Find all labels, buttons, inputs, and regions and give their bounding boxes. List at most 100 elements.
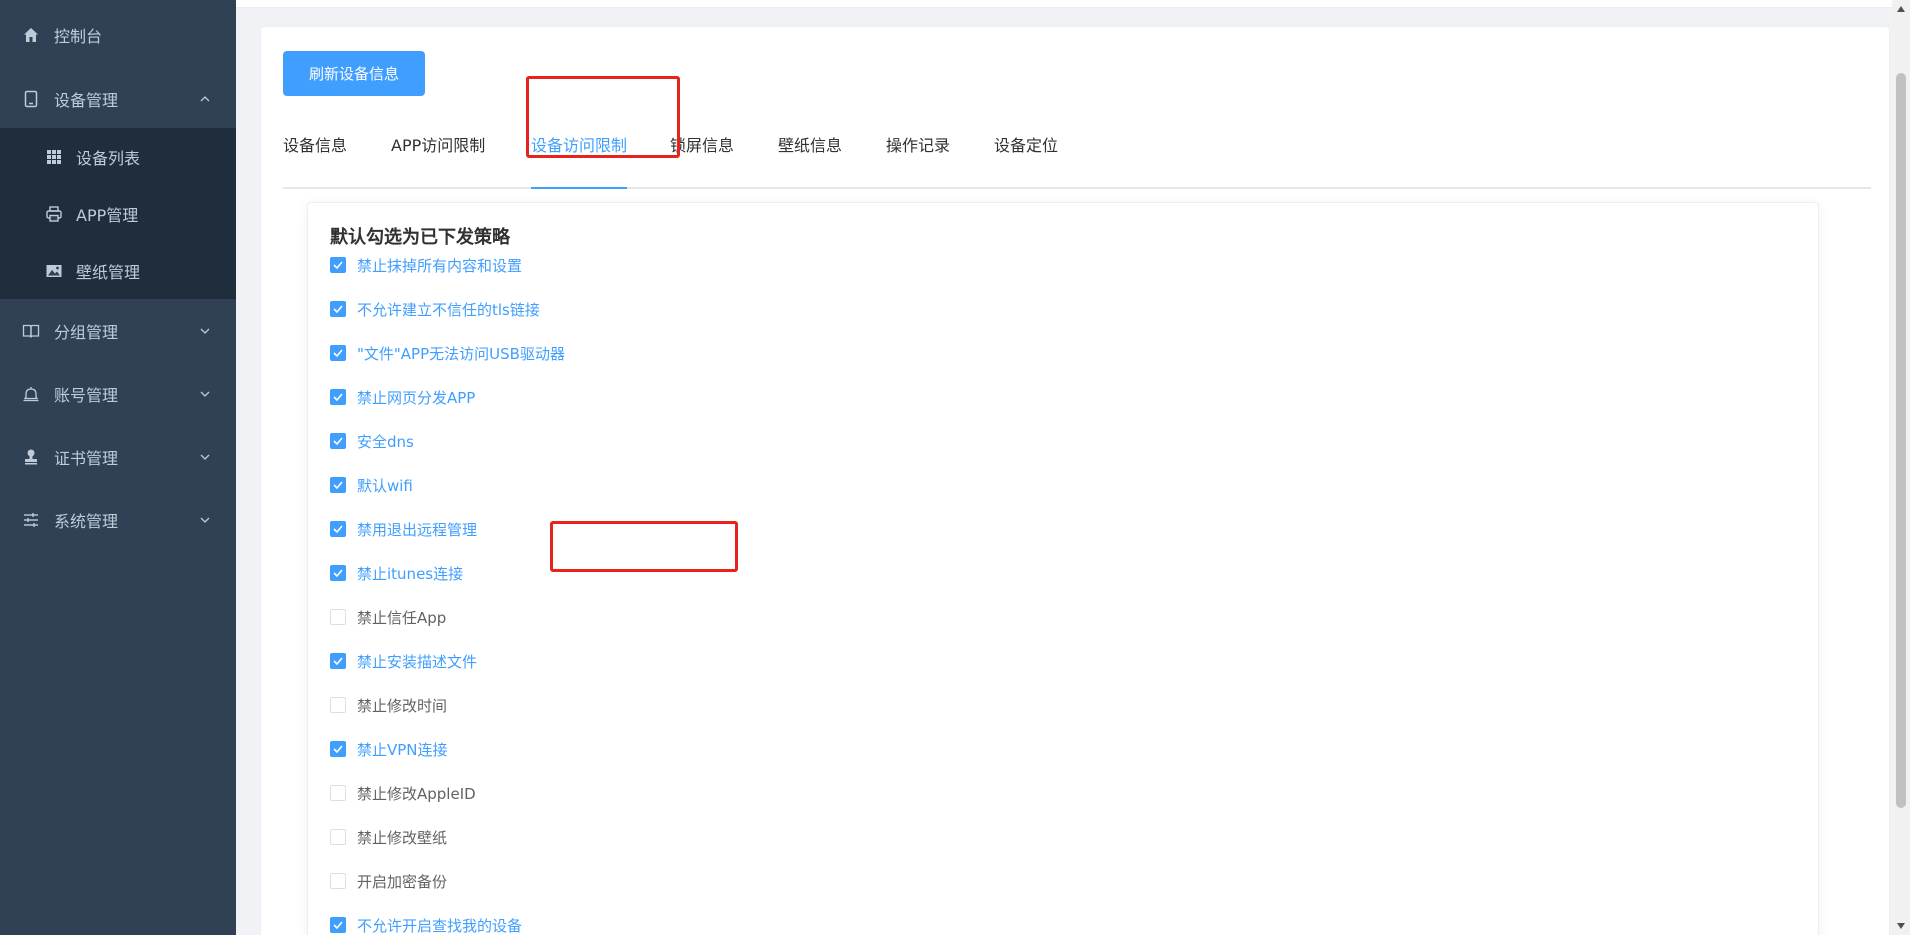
policy-option-checkbox[interactable]: 禁用退出远程管理 — [330, 514, 477, 544]
panel-title: 默认勾选为已下发策略 — [330, 227, 510, 248]
chevron-down-icon — [198, 513, 212, 527]
policy-option-label: 默认wifi — [357, 476, 413, 495]
sidebar-item-device-management[interactable]: 设备管理 — [0, 70, 236, 128]
tab-device-location[interactable]: 设备定位 — [994, 125, 1058, 187]
sidebar-item-label: 设备管理 — [54, 91, 119, 110]
refresh-device-info-button[interactable]: 刷新设备信息 — [283, 51, 425, 96]
picture-icon — [44, 261, 64, 281]
checkbox-checked-icon[interactable] — [330, 301, 346, 317]
policy-option-label: 安全dns — [357, 432, 414, 451]
sidebar-item-system-management[interactable]: 系统管理 — [0, 488, 236, 551]
sidebar-item-label: APP管理 — [76, 206, 139, 225]
main-content: 刷新设备信息 设备信息 APP访问限制 设备访问限制 锁屏信息 壁纸信息 操作记… — [236, 0, 1892, 935]
sidebar-item-label: 控制台 — [54, 27, 103, 46]
policy-option-checkbox[interactable]: 禁止itunes连接 — [330, 558, 463, 588]
checkbox-unchecked-icon[interactable] — [330, 609, 346, 625]
sidebar-item-certificate-management[interactable]: 证书管理 — [0, 425, 236, 488]
policy-option-checkbox[interactable]: 不允许开启查找我的设备 — [330, 910, 522, 935]
checkbox-checked-icon[interactable] — [330, 521, 346, 537]
policy-option-label: 禁止修改时间 — [357, 696, 448, 715]
chevron-down-icon — [198, 450, 212, 464]
policy-option-label: "文件"APP无法访问USB驱动器 — [357, 344, 565, 363]
policy-option-label: 开启加密备份 — [357, 872, 448, 891]
scrollbar-thumb[interactable] — [1896, 73, 1906, 808]
submenu-device-management: 设备列表 APP管理 壁纸管理 — [0, 128, 236, 299]
checkbox-unchecked-icon[interactable] — [330, 873, 346, 889]
top-bar — [236, 0, 1892, 8]
policy-panel: 默认勾选为已下发策略 禁止抹掉所有内容和设置 不允许建立不信任的tls链接 "文件"… — [307, 202, 1819, 935]
book-icon — [21, 321, 41, 341]
sidebar-item-group-management[interactable]: 分组管理 — [0, 299, 236, 362]
tab-operation-log[interactable]: 操作记录 — [886, 125, 950, 187]
sidebar-item-wallpaper-management[interactable]: 壁纸管理 — [0, 242, 236, 299]
policy-option-checkbox[interactable]: 禁止安装描述文件 — [330, 646, 477, 676]
bell-icon — [21, 384, 41, 404]
tab-label: 设备访问限制 — [531, 136, 628, 155]
chevron-down-icon — [198, 324, 212, 338]
sidebar-item-device-list[interactable]: 设备列表 — [0, 128, 236, 186]
checkbox-checked-icon[interactable] — [330, 917, 346, 933]
chevron-up-icon — [198, 92, 212, 106]
policy-option-checkbox[interactable]: 不允许建立不信任的tls链接 — [330, 294, 540, 324]
policy-option-label: 禁止修改壁纸 — [357, 828, 448, 847]
tab-wallpaper-info[interactable]: 壁纸信息 — [778, 125, 842, 187]
policy-option-checkbox[interactable]: 安全dns — [330, 426, 414, 456]
policy-option-label: 禁止VPN连接 — [357, 740, 448, 759]
sidebar-item-label: 账号管理 — [54, 385, 119, 405]
policy-option-label: 禁止抹掉所有内容和设置 — [357, 256, 523, 275]
sidebar-item-app-management[interactable]: APP管理 — [0, 186, 236, 242]
policy-option-checkbox[interactable]: 禁止修改壁纸 — [330, 822, 447, 852]
policy-option-checkbox[interactable]: 禁止修改AppleID — [330, 778, 476, 808]
stamp-icon — [21, 447, 41, 467]
sliders-icon — [21, 510, 41, 530]
checkbox-unchecked-icon[interactable] — [330, 829, 346, 845]
checkbox-unchecked-icon[interactable] — [330, 785, 346, 801]
checkbox-checked-icon[interactable] — [330, 433, 346, 449]
checkbox-unchecked-icon[interactable] — [330, 697, 346, 713]
checkbox-checked-icon[interactable] — [330, 653, 346, 669]
policy-option-checkbox[interactable]: 禁止修改时间 — [330, 690, 447, 720]
sidebar-item-label: 壁纸管理 — [76, 262, 141, 282]
policy-option-label: 禁止信任App — [357, 608, 447, 627]
sidebar-item-account-management[interactable]: 账号管理 — [0, 362, 236, 425]
policy-option-label: 禁止itunes连接 — [357, 564, 464, 583]
sidebar: 控制台 设备管理 设备列表 APP管理 壁纸管理 分组管理 账号管理 证书管理 … — [0, 0, 236, 935]
checkbox-checked-icon[interactable] — [330, 257, 346, 273]
tablet-icon — [21, 89, 41, 109]
checkbox-checked-icon[interactable] — [330, 389, 346, 405]
policy-option-checkbox[interactable]: 禁止抹掉所有内容和设置 — [330, 250, 522, 280]
policy-option-label: 禁止修改AppleID — [357, 784, 476, 803]
policy-option-checkbox[interactable]: 禁止网页分发APP — [330, 382, 475, 412]
checkbox-checked-icon[interactable] — [330, 741, 346, 757]
scroll-down-arrow-icon[interactable] — [1892, 917, 1910, 935]
checkbox-checked-icon[interactable] — [330, 565, 346, 581]
policy-option-checkbox[interactable]: 默认wifi — [330, 470, 413, 500]
tab-device-access-restriction[interactable]: 设备访问限制 — [531, 125, 628, 189]
scroll-up-arrow-icon[interactable] — [1892, 0, 1910, 18]
chevron-down-icon — [198, 387, 212, 401]
page-scrollbar[interactable] — [1892, 0, 1910, 935]
device-detail-card: 刷新设备信息 设备信息 APP访问限制 设备访问限制 锁屏信息 壁纸信息 操作记… — [260, 26, 1890, 935]
sidebar-item-label: 系统管理 — [54, 511, 119, 531]
grid-icon — [44, 147, 64, 167]
sidebar-item-dashboard[interactable]: 控制台 — [0, 0, 236, 70]
tab-device-info[interactable]: 设备信息 — [283, 125, 347, 187]
tab-app-access-restriction[interactable]: APP访问限制 — [391, 125, 485, 187]
policy-option-checkbox[interactable]: 禁止VPN连接 — [330, 734, 448, 764]
policy-option-label: 禁止安装描述文件 — [357, 652, 478, 671]
policy-option-label: 不允许建立不信任的tls链接 — [357, 300, 540, 319]
checkbox-checked-icon[interactable] — [330, 477, 346, 493]
policy-option-checkbox[interactable]: 禁止信任App — [330, 602, 446, 632]
tab-bar: 设备信息 APP访问限制 设备访问限制 锁屏信息 壁纸信息 操作记录 设备定位 — [283, 125, 1871, 189]
sidebar-item-label: 分组管理 — [54, 322, 119, 342]
policy-option-label: 禁止网页分发APP — [357, 388, 476, 407]
active-tab-indicator — [531, 187, 628, 189]
home-icon — [21, 25, 41, 45]
sidebar-item-label: 证书管理 — [54, 448, 119, 468]
policy-option-label: 不允许开启查找我的设备 — [357, 916, 523, 935]
policy-option-checkbox[interactable]: 开启加密备份 — [330, 866, 447, 896]
policy-option-label: 禁用退出远程管理 — [357, 520, 478, 539]
policy-option-checkbox[interactable]: "文件"APP无法访问USB驱动器 — [330, 338, 565, 368]
tab-lock-screen-info[interactable]: 锁屏信息 — [670, 125, 734, 187]
checkbox-checked-icon[interactable] — [330, 345, 346, 361]
